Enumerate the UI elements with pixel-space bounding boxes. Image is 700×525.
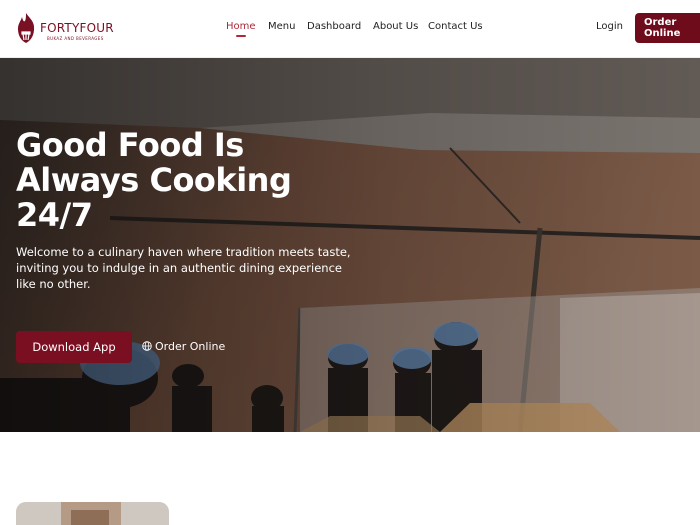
nav-item-menu[interactable]: Menu xyxy=(268,21,295,32)
featured-image xyxy=(16,502,169,525)
hero-section: Good Food Is Always Cooking 24/7 Welcome… xyxy=(0,58,700,432)
brand-logo[interactable]: FORTYFOUR BUKAZ AND BEVERAGES xyxy=(14,12,124,46)
brand-name: FORTYFOUR xyxy=(40,21,114,35)
flame-logo-icon xyxy=(17,13,35,43)
nav-item-home[interactable]: Home xyxy=(226,21,256,32)
site-header: FORTYFOUR BUKAZ AND BEVERAGES Home Menu … xyxy=(0,0,700,58)
hero-description: Welcome to a culinary haven where tradit… xyxy=(16,245,351,291)
active-nav-indicator xyxy=(236,35,246,37)
brand-tagline: BUKAZ AND BEVERAGES xyxy=(47,36,104,41)
hero-order-online-label: Order Online xyxy=(155,340,226,353)
globe-icon xyxy=(142,341,152,351)
hero-order-online-link[interactable]: Order Online xyxy=(142,340,225,356)
order-online-button[interactable]: Order Online xyxy=(635,13,700,43)
hero-title: Good Food Is Always Cooking 24/7 xyxy=(16,126,292,234)
nav-item-dashboard[interactable]: Dashboard xyxy=(307,21,361,32)
login-link[interactable]: Login xyxy=(596,21,623,32)
download-app-button[interactable]: Download App xyxy=(16,331,132,363)
nav-item-contact-us[interactable]: Contact Us xyxy=(428,21,483,32)
nav-item-about-us[interactable]: About Us xyxy=(373,21,418,32)
featured-image-card xyxy=(16,502,169,525)
